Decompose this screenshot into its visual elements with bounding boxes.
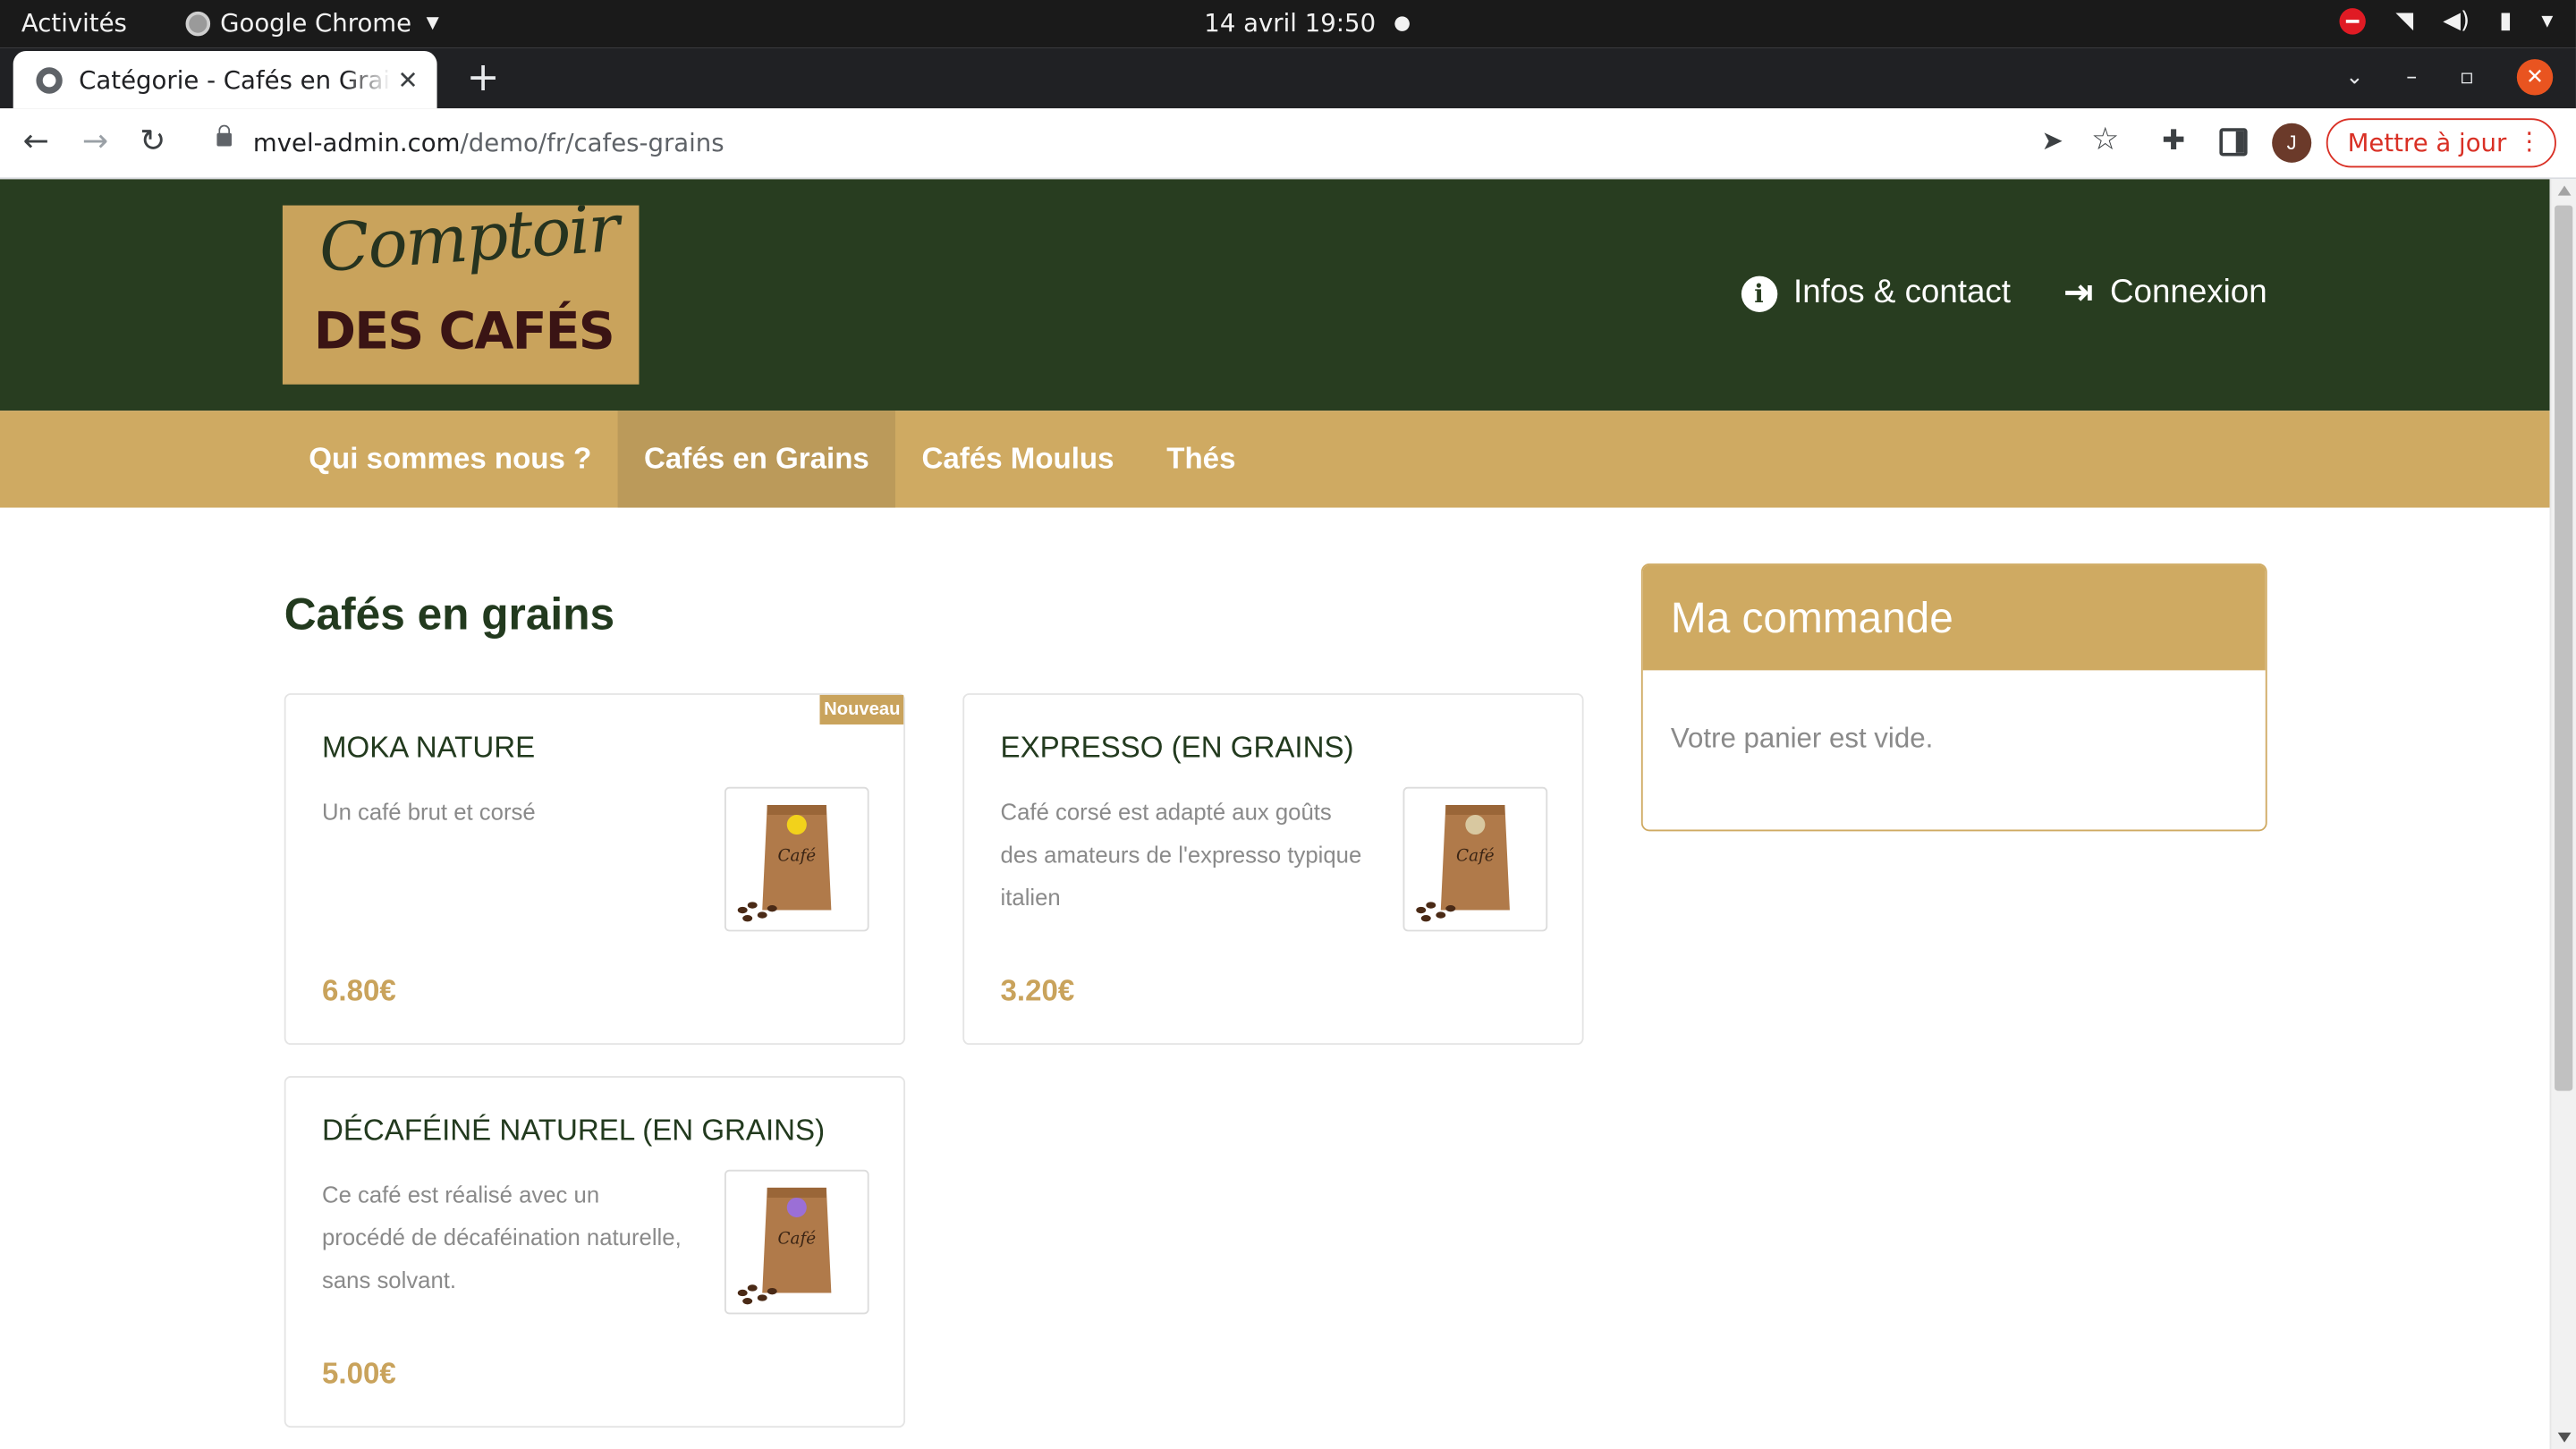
- bag-text: Café: [1456, 846, 1495, 865]
- product-card[interactable]: DÉCAFÉINÉ NATUREL (EN GRAINS) Ce café es…: [284, 1076, 906, 1428]
- product-card[interactable]: EXPRESSO (EN GRAINS) Café corsé est adap…: [962, 693, 1584, 1046]
- url-path: /demo/fr/cafes-grains: [460, 128, 724, 158]
- scrollbar-thumb[interactable]: [2555, 205, 2573, 1091]
- product-name[interactable]: DÉCAFÉINÉ NATUREL (EN GRAINS): [322, 1114, 825, 1148]
- product-description: Café corsé est adapté aux goûts des amat…: [1000, 798, 1362, 911]
- main-nav: Qui sommes nous ? Cafés en Grains Cafés …: [0, 411, 2550, 508]
- info-contact-label: Infos & contact: [1793, 274, 2012, 311]
- browser-toolbar: ← → ↻ mvel-admin.com/demo/fr/cafes-grain…: [0, 108, 2576, 180]
- bag-text: Café: [777, 846, 816, 865]
- product-card[interactable]: Nouveau MOKA NATURE Un café brut et cors…: [284, 693, 906, 1046]
- site-logo[interactable]: Comptoir DES CAFÉS: [282, 205, 640, 385]
- wifi-icon: ◥: [2395, 8, 2414, 35]
- info-icon: i: [1741, 275, 1777, 312]
- close-window-button[interactable]: ✕: [2516, 59, 2554, 96]
- header-links: i Infos & contact ⇥ Connexion: [1741, 273, 2267, 314]
- window-controls: ⌄ – ▫ ✕: [2345, 59, 2554, 96]
- update-button[interactable]: Mettre à jour ⋮: [2326, 118, 2556, 168]
- page-scrollbar[interactable]: [2549, 179, 2576, 1449]
- tab-title: Catégorie - Cafés en Grains: [79, 64, 392, 95]
- clock[interactable]: 14 avril 19:50: [1204, 8, 1376, 38]
- globe-icon: [36, 66, 63, 93]
- os-top-bar: Activités Google Chrome ▼ 14 avril 19:50…: [0, 0, 2576, 48]
- send-icon[interactable]: ➤: [2041, 125, 2063, 158]
- bag-label-dot: [786, 1197, 807, 1217]
- power-menu-icon: ▾: [2541, 8, 2554, 35]
- product-name[interactable]: MOKA NATURE: [322, 731, 535, 766]
- coffee-bag-icon: Café: [737, 1187, 832, 1305]
- logo-script-text: Comptoir: [317, 205, 622, 288]
- battery-icon: ▮: [2499, 8, 2512, 35]
- bag-label-dot: [786, 815, 807, 835]
- product-name[interactable]: EXPRESSO (EN GRAINS): [1001, 731, 1354, 766]
- chrome-icon: [185, 10, 211, 36]
- new-badge: Nouveau: [818, 694, 904, 724]
- site-header: Comptoir DES CAFÉS i Infos & contact ⇥ C…: [0, 179, 2550, 411]
- caret-down-icon: ▼: [426, 13, 439, 32]
- side-panel-icon[interactable]: [2219, 128, 2248, 157]
- lock-icon[interactable]: [216, 124, 232, 147]
- close-tab-icon[interactable]: ✕: [397, 65, 418, 95]
- profile-avatar[interactable]: J: [2272, 123, 2312, 163]
- product-price: 5.00€: [321, 1357, 396, 1390]
- coffee-bag-icon: Café: [737, 804, 832, 922]
- category-title: Cafés en grains: [284, 589, 615, 640]
- volume-icon: ◀): [2443, 8, 2470, 35]
- login-link[interactable]: ⇥ Connexion: [2063, 273, 2267, 314]
- forward-button[interactable]: →: [82, 123, 108, 159]
- new-tab-button[interactable]: +: [467, 57, 500, 97]
- do-not-disturb-icon: [2339, 8, 2367, 35]
- update-label: Mettre à jour: [2347, 128, 2507, 158]
- product-price: 6.80€: [321, 974, 396, 1007]
- bag-label-dot: [1465, 815, 1486, 835]
- notification-dot-icon: [1394, 16, 1410, 31]
- scroll-up-arrow-icon[interactable]: [2557, 185, 2572, 196]
- browser-tab[interactable]: Catégorie - Cafés en Grains ✕: [13, 50, 437, 109]
- nav-item-cafes-moulus[interactable]: Cafés Moulus: [895, 411, 1140, 507]
- bag-text: Café: [777, 1229, 816, 1248]
- extensions-puzzle-icon[interactable]: ✚: [2162, 125, 2185, 158]
- login-label: Connexion: [2110, 274, 2267, 311]
- reload-button[interactable]: ↻: [140, 123, 165, 159]
- product-image[interactable]: Café: [1402, 786, 1548, 932]
- nav-item-about[interactable]: Qui sommes nous ?: [283, 411, 618, 507]
- sign-in-icon: ⇥: [2063, 272, 2094, 314]
- app-name: Google Chrome: [220, 8, 412, 38]
- system-tray[interactable]: ◥ ◀) ▮ ▾: [2339, 8, 2554, 35]
- info-contact-link[interactable]: i Infos & contact: [1741, 273, 2011, 314]
- url-domain: mvel-admin.com: [252, 128, 461, 158]
- url-text[interactable]: mvel-admin.com/demo/fr/cafes-grains: [253, 128, 724, 157]
- coffee-bag-icon: Café: [1416, 804, 1510, 922]
- scroll-down-arrow-icon[interactable]: [2557, 1432, 2572, 1443]
- nav-item-thes[interactable]: Thés: [1140, 411, 1262, 507]
- more-menu-icon: ⋮: [2516, 126, 2542, 157]
- nav-item-cafes-grains[interactable]: Cafés en Grains: [617, 411, 896, 508]
- product-image[interactable]: Café: [724, 786, 869, 932]
- app-menu[interactable]: Google Chrome ▼: [185, 8, 439, 38]
- page-viewport: Comptoir DES CAFÉS i Infos & contact ⇥ C…: [0, 179, 2550, 1449]
- logo-bold-text: DES CAFÉS: [313, 301, 615, 362]
- maximize-button[interactable]: ▫: [2460, 65, 2474, 90]
- order-title: Ma commande: [1642, 564, 2266, 671]
- address-bar[interactable]: mvel-admin.com/demo/fr/cafes-grains ➤ ☆: [193, 116, 2140, 170]
- cart-empty-text: Votre panier est vide.: [1670, 723, 1934, 755]
- bookmark-star-icon[interactable]: ☆: [2091, 122, 2119, 159]
- tab-strip: Catégorie - Cafés en Grains ✕ + ⌄ – ▫ ✕: [0, 47, 2576, 109]
- minimize-button[interactable]: –: [2406, 65, 2417, 90]
- back-button[interactable]: ←: [23, 123, 49, 159]
- product-price: 3.20€: [1000, 974, 1075, 1007]
- product-description: Ce café est réalisé avec un procédé de d…: [321, 1181, 682, 1293]
- tab-search-icon[interactable]: ⌄: [2345, 65, 2363, 90]
- product-image[interactable]: Café: [724, 1169, 869, 1315]
- order-panel: Ma commande Votre panier est vide.: [1640, 563, 2267, 832]
- activities-button[interactable]: Activités: [21, 8, 127, 38]
- product-description: Un café brut et corsé: [321, 798, 536, 826]
